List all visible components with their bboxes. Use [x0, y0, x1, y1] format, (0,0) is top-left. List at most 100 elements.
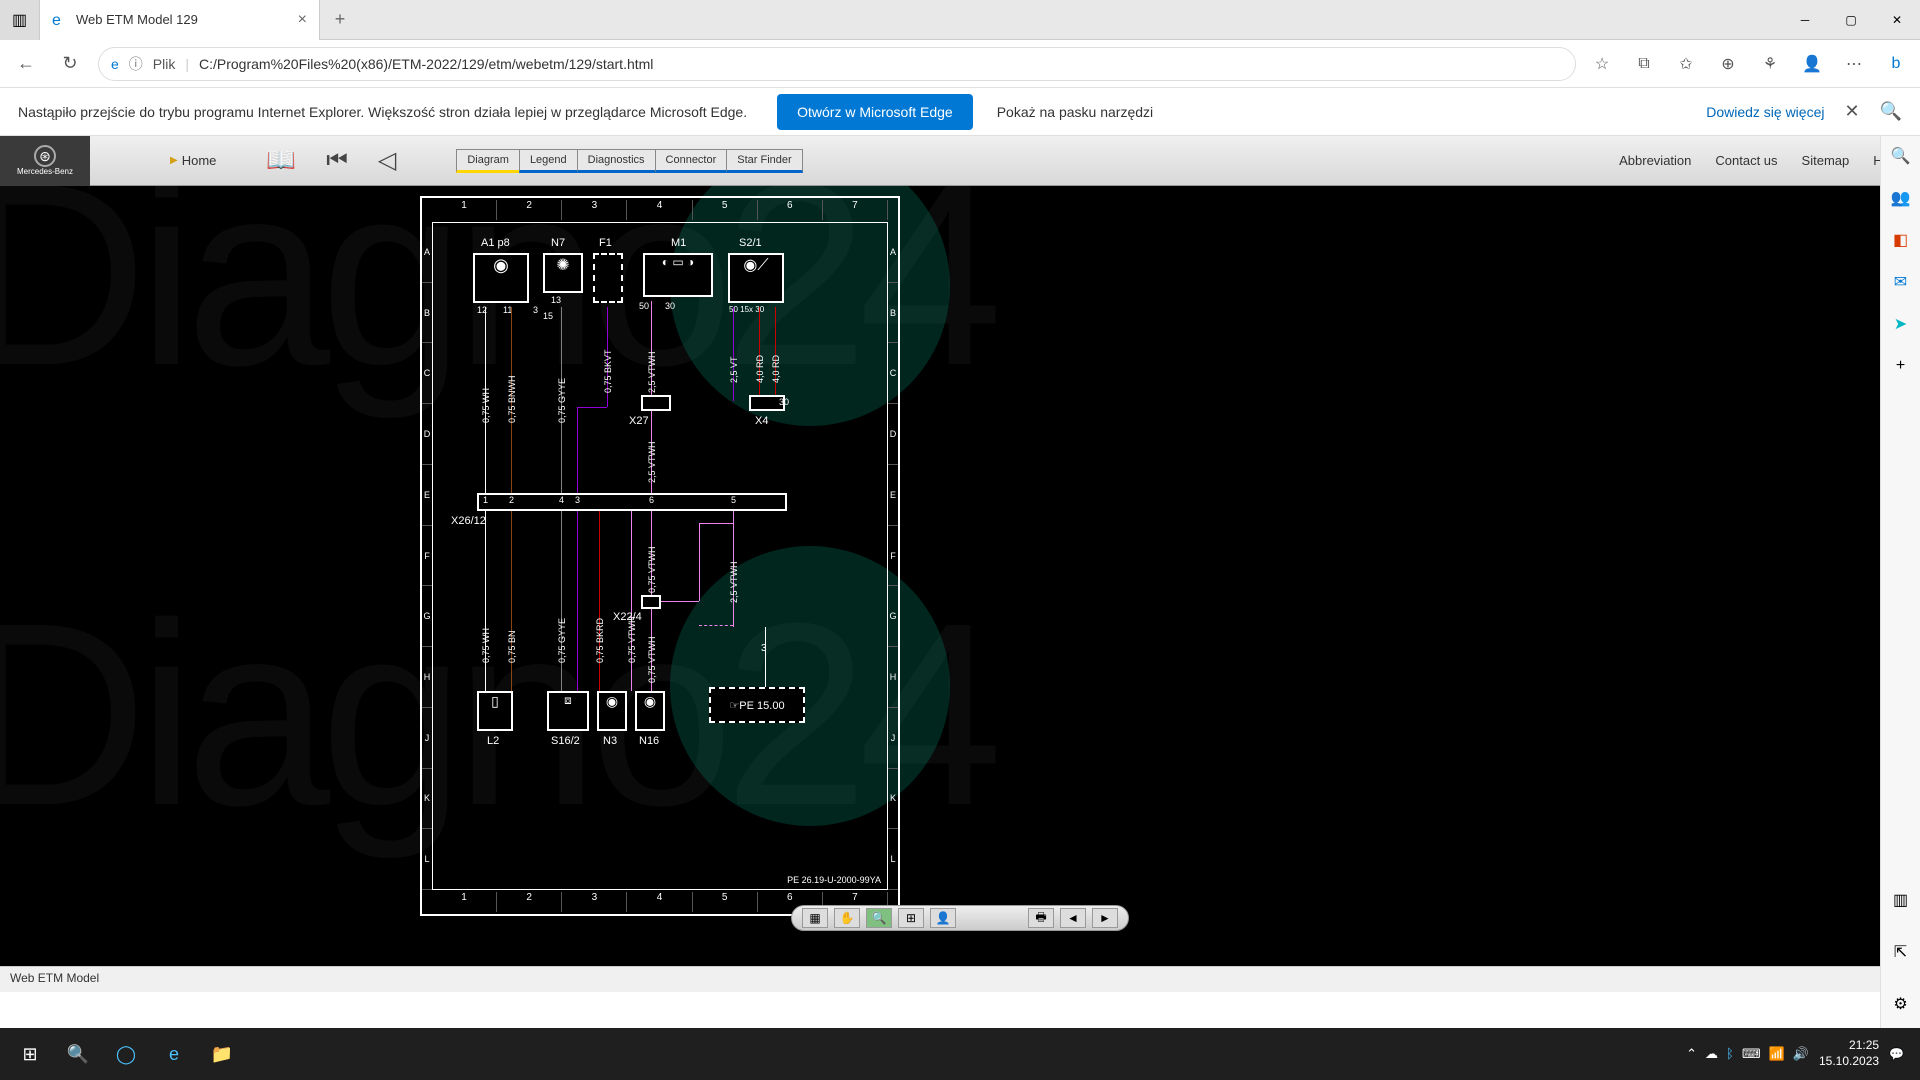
address-bar: ← ↻ e ⓘ Plik | C:/Program%20Files%20(x86…: [0, 40, 1920, 88]
tray-icons[interactable]: ⌃ ☁ ᛒ ⌨ 📶 🔊: [1686, 1046, 1809, 1062]
comp-a1[interactable]: ◉: [473, 253, 529, 303]
browser-tab[interactable]: e Web ETM Model 129 ×: [40, 0, 320, 40]
home-button[interactable]: Home: [170, 153, 216, 168]
nav-contact[interactable]: Contact us: [1715, 153, 1777, 168]
tabs-icon[interactable]: ▥: [0, 0, 40, 40]
bing-icon[interactable]: b: [1882, 50, 1910, 78]
new-tab-button[interactable]: +: [320, 9, 360, 30]
sidebar-add-icon[interactable]: +: [1887, 352, 1915, 380]
comp-n3[interactable]: ◉: [597, 691, 627, 731]
edge-icon[interactable]: e: [150, 1030, 198, 1078]
label-x2612: X26/12: [451, 515, 486, 527]
tool-select-icon[interactable]: ▦: [802, 908, 828, 928]
pe-ref[interactable]: ☞PE 15.00: [709, 687, 805, 723]
url-prefix: Plik: [153, 56, 176, 72]
comp-n7[interactable]: ✺: [543, 253, 583, 293]
tray-wifi-icon[interactable]: 📶: [1769, 1046, 1785, 1062]
back-button[interactable]: ←: [10, 48, 42, 80]
diagram-id: PE 26.19-U-2000-99YA: [787, 875, 881, 885]
sidebar-settings-icon[interactable]: ⚙: [1887, 990, 1915, 1018]
collections-icon[interactable]: ⊕: [1714, 50, 1742, 78]
nav-abbreviation[interactable]: Abbreviation: [1619, 153, 1691, 168]
learn-more-link[interactable]: Dowiedz się więcej: [1706, 104, 1824, 120]
sidebar-send-icon[interactable]: ➤: [1887, 310, 1915, 338]
tool-print-icon[interactable]: 🖶: [1028, 908, 1054, 928]
prev-icon[interactable]: ◁: [378, 146, 396, 175]
window-titlebar: ▥ e Web ETM Model 129 × + ─ ▢ ✕: [0, 0, 1920, 40]
profile-icon[interactable]: 👤: [1798, 50, 1826, 78]
label-l2: L2: [487, 735, 499, 747]
comp-x2612[interactable]: [477, 493, 787, 511]
comp-f1[interactable]: [593, 253, 623, 303]
explorer-icon[interactable]: 📁: [198, 1030, 246, 1078]
tab-diagnostics[interactable]: Diagnostics: [577, 149, 656, 173]
mercedes-logo[interactable]: ⊛ Mercedes-Benz: [0, 136, 90, 186]
search-button[interactable]: 🔍: [54, 1030, 102, 1078]
sidebar-share-icon[interactable]: ⇱: [1887, 938, 1915, 966]
cortana-icon[interactable]: ◯: [102, 1030, 150, 1078]
sidebar-outlook-icon[interactable]: ✉: [1887, 268, 1915, 296]
favorites-icon[interactable]: ✩: [1672, 50, 1700, 78]
tray-bluetooth-icon[interactable]: ᛒ: [1726, 1046, 1734, 1062]
close-icon[interactable]: ×: [298, 11, 307, 29]
book-icon[interactable]: 📖: [266, 146, 296, 175]
wire-label: 0,75 BNWH: [507, 375, 517, 423]
tool-info-icon[interactable]: 👤: [930, 908, 956, 928]
tool-next-icon[interactable]: ►: [1092, 908, 1118, 928]
tab-starfinder[interactable]: Star Finder: [726, 149, 802, 173]
extensions-icon[interactable]: ⚘: [1756, 50, 1784, 78]
wire: [733, 307, 734, 401]
maximize-button[interactable]: ▢: [1828, 0, 1874, 40]
bus-pin-6: 6: [649, 495, 654, 505]
bus-pin-1: 1: [483, 495, 488, 505]
tab-connector[interactable]: Connector: [655, 149, 728, 173]
tab-diagram[interactable]: Diagram: [456, 149, 520, 173]
comp-s162[interactable]: ⧈: [547, 691, 589, 731]
taskbar-clock[interactable]: 21:25 15.10.2023: [1819, 1038, 1879, 1069]
sidebar-office-icon[interactable]: ◧: [1887, 226, 1915, 254]
comp-l2[interactable]: ▯: [477, 691, 513, 731]
url-box[interactable]: e ⓘ Plik | C:/Program%20Files%20(x86)/ET…: [98, 47, 1576, 81]
pin-13: 13: [551, 295, 561, 305]
start-button[interactable]: ⊞: [6, 1030, 54, 1078]
star-icon[interactable]: ☆: [1588, 50, 1616, 78]
search-icon[interactable]: 🔍: [1880, 101, 1902, 122]
pin-30a: 30: [665, 301, 675, 311]
tool-zoom-icon[interactable]: 🔍: [866, 908, 892, 928]
wire: [485, 511, 486, 691]
dismiss-icon[interactable]: ✕: [1844, 101, 1859, 122]
tray-chevron-icon[interactable]: ⌃: [1686, 1046, 1697, 1062]
sidebar-people-icon[interactable]: 👥: [1887, 184, 1915, 212]
tray-onedrive-icon[interactable]: ☁: [1705, 1046, 1718, 1062]
tool-fit-icon[interactable]: ⊞: [898, 908, 924, 928]
open-edge-button[interactable]: Otwórz w Microsoft Edge: [777, 94, 973, 130]
sidebar-search-icon[interactable]: 🔍: [1887, 142, 1915, 170]
wire-label: 0,75 GYYE: [557, 618, 567, 663]
ruler-left: ABCDEFGHJKL: [422, 222, 432, 890]
sidebar-panel-icon[interactable]: ▥: [1887, 886, 1915, 914]
diagram-viewport[interactable]: Diagno24 Diagno24 1234567 1234567 ABCDEF…: [0, 186, 1920, 966]
viewer-toolbar: ▦ ✋ 🔍 ⊞ 👤 🖶 ◄ ►: [791, 905, 1129, 931]
notifications-icon[interactable]: 💬: [1889, 1047, 1904, 1061]
reader-icon[interactable]: ⧉: [1630, 50, 1658, 78]
comp-m1[interactable]: ◐ ▭ ◑: [643, 253, 713, 297]
tray-volume-icon[interactable]: 🔊: [1793, 1046, 1809, 1062]
tab-legend[interactable]: Legend: [519, 149, 578, 173]
tool-pan-icon[interactable]: ✋: [834, 908, 860, 928]
refresh-button[interactable]: ↻: [54, 48, 86, 80]
menu-icon[interactable]: ⋯: [1840, 50, 1868, 78]
notify-text: Nastąpiło przejście do trybu programu In…: [18, 104, 747, 120]
close-window-button[interactable]: ✕: [1874, 0, 1920, 40]
tray-input-icon[interactable]: ⌨: [1742, 1046, 1761, 1062]
show-toolbar-button[interactable]: Pokaż na pasku narzędzi: [997, 104, 1153, 120]
first-icon[interactable]: ⏮: [326, 147, 348, 175]
ruler-top: 1234567: [432, 200, 888, 220]
comp-n16[interactable]: ◉: [635, 691, 665, 731]
comp-x224[interactable]: [641, 595, 661, 609]
nav-sitemap[interactable]: Sitemap: [1802, 153, 1850, 168]
comp-s21[interactable]: ◉⟋: [728, 253, 784, 303]
minimize-button[interactable]: ─: [1782, 0, 1828, 40]
tool-prev-icon[interactable]: ◄: [1060, 908, 1086, 928]
comp-x27[interactable]: [641, 395, 671, 411]
pin-3r: 3: [533, 305, 538, 315]
